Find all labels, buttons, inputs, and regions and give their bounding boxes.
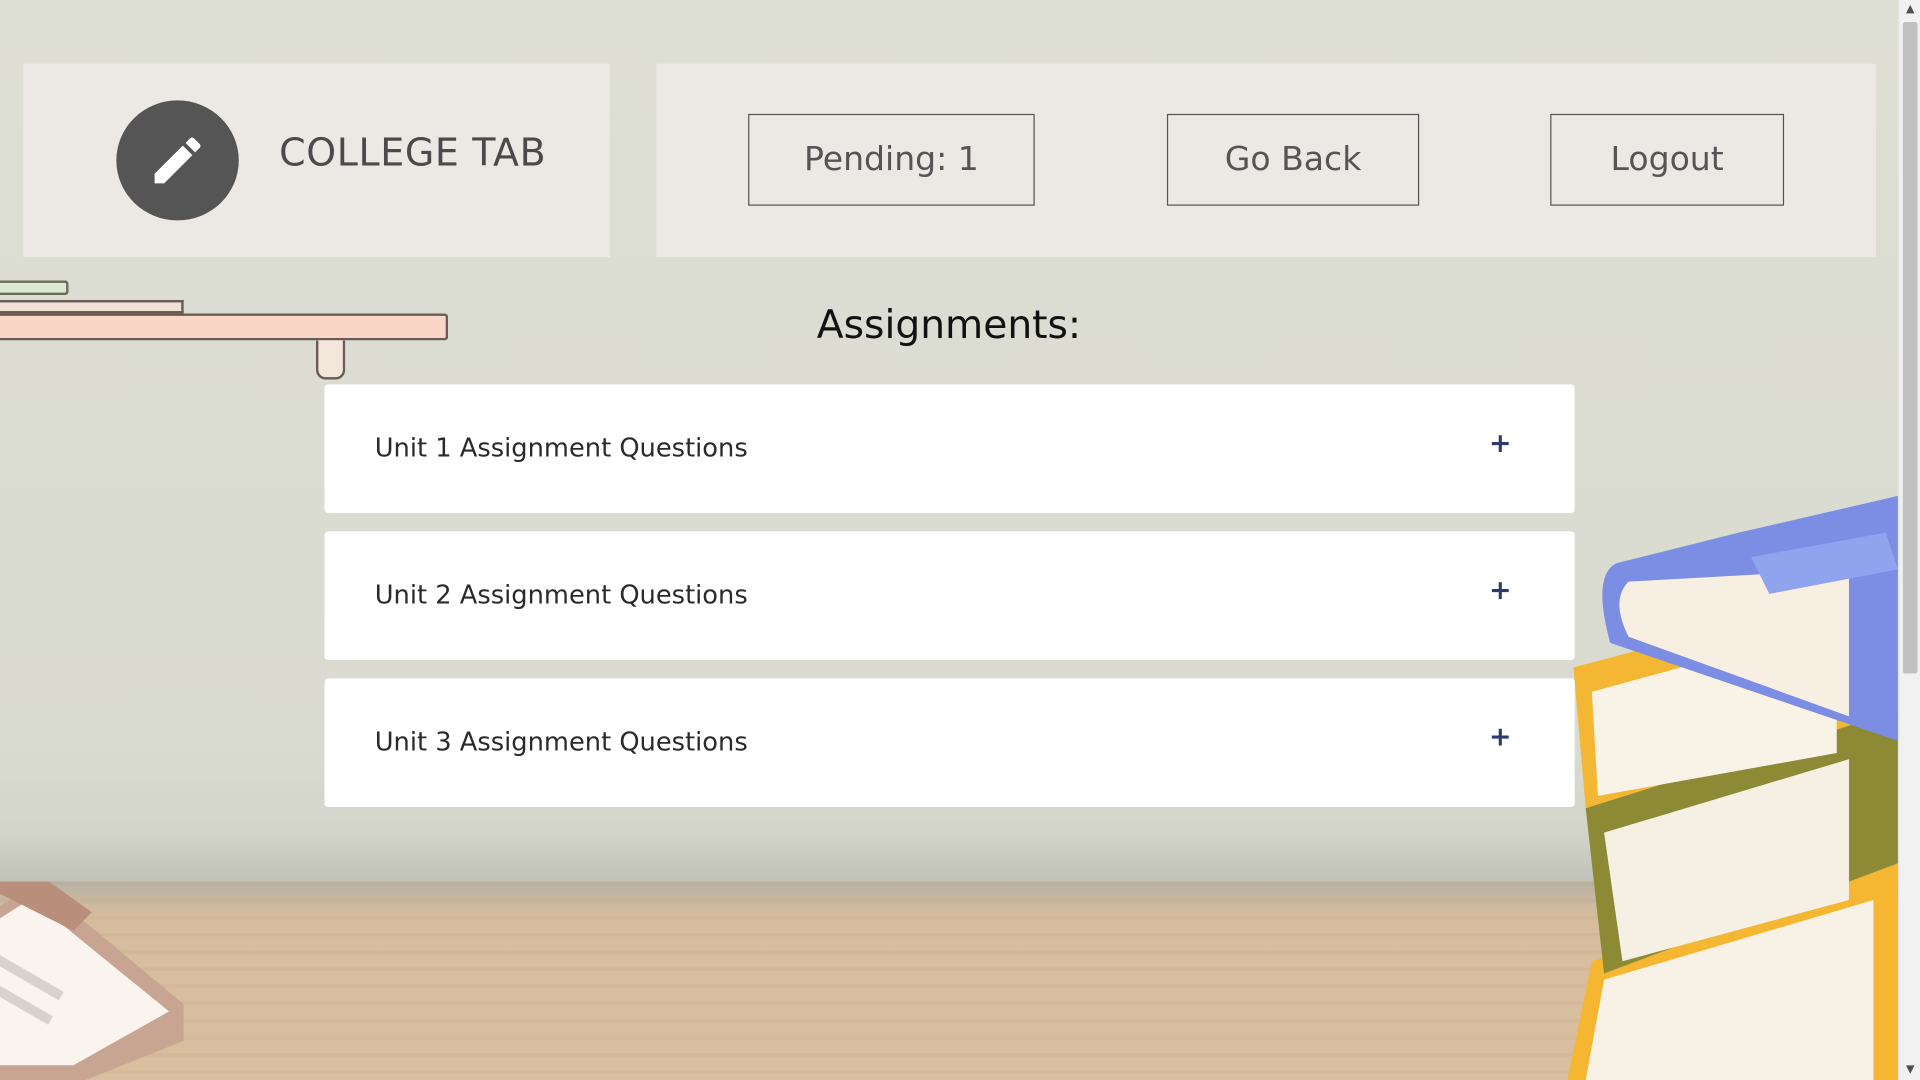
page-title: Assignments:: [816, 301, 1082, 348]
accordion-label: Unit 3 Assignment Questions: [374, 727, 748, 757]
accordion-item-unit-1[interactable]: Unit 1 Assignment Questions +: [324, 384, 1575, 514]
accordion-item-unit-3[interactable]: Unit 3 Assignment Questions +: [324, 678, 1575, 807]
page: COLLEGE TAB Pending: 1 Go Back Logout As…: [0, 0, 1920, 1080]
expand-plus-icon[interactable]: +: [1489, 429, 1512, 460]
accordion-label: Unit 1 Assignment Questions: [374, 433, 748, 463]
vertical-scrollbar[interactable]: ▲ ▼: [1897, 0, 1920, 1080]
scroll-down-icon[interactable]: ▼: [1899, 1060, 1920, 1080]
scrollbar-thumb[interactable]: [1902, 22, 1918, 674]
accordion-label: Unit 2 Assignment Questions: [374, 580, 748, 610]
clipboard-decoration: [0, 881, 184, 1080]
app-title: COLLEGE TAB: [279, 131, 547, 176]
expand-plus-icon[interactable]: +: [1489, 722, 1512, 753]
scroll-up-icon[interactable]: ▲: [1899, 0, 1920, 20]
accordion-item-unit-2[interactable]: Unit 2 Assignment Questions +: [324, 531, 1575, 661]
pending-button[interactable]: Pending: 1: [748, 113, 1035, 206]
books-decoration: [1567, 495, 1898, 1080]
brand-panel: COLLEGE TAB: [23, 63, 610, 258]
go-back-button[interactable]: Go Back: [1166, 113, 1420, 206]
pencil-icon: [116, 100, 239, 221]
shelf-book-decoration: [0, 280, 69, 296]
nav-panel: Pending: 1 Go Back Logout: [656, 63, 1876, 258]
logout-button[interactable]: Logout: [1550, 113, 1785, 206]
expand-plus-icon[interactable]: +: [1489, 576, 1512, 607]
